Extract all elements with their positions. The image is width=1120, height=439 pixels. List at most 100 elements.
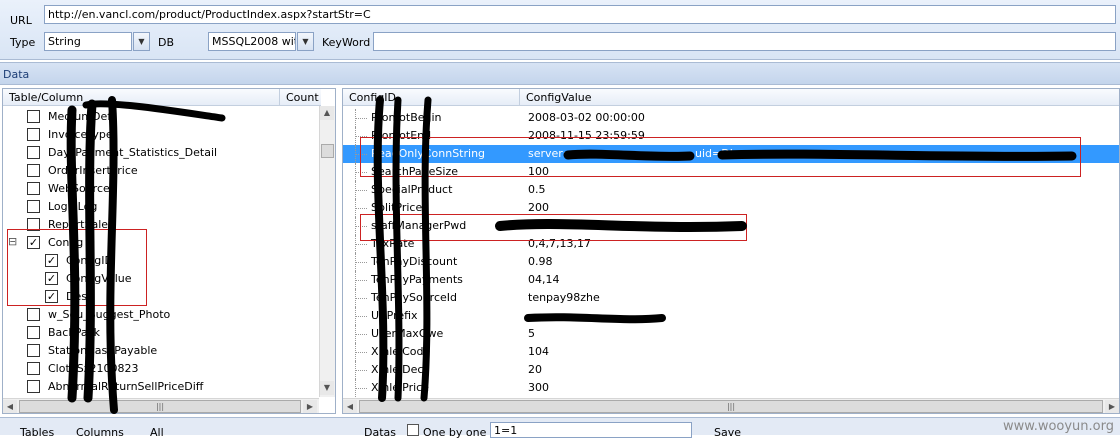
- condition-input[interactable]: 1=1: [490, 422, 692, 438]
- scroll-up-arrow-icon[interactable]: ▲: [320, 106, 334, 120]
- tree-item-label: InvoiceType: [48, 128, 113, 141]
- header-config-id[interactable]: ConfigID: [343, 89, 519, 106]
- tree-table-item[interactable]: ClothSz2100823: [3, 360, 319, 378]
- one-by-one-label: One by one: [423, 426, 487, 439]
- scroll-left-arrow-icon[interactable]: ◀: [343, 400, 357, 413]
- tables-button[interactable]: Tables: [20, 426, 54, 439]
- grid-row[interactable]: TenPayPayments 04,14: [343, 271, 1119, 289]
- scroll-right-arrow-icon[interactable]: ▶: [1105, 400, 1119, 413]
- tree-line: [355, 334, 367, 335]
- scroll-left-arrow-icon[interactable]: ◀: [3, 400, 17, 413]
- config-id-cell: TenPayPayments: [371, 273, 463, 286]
- header-count[interactable]: Count: [280, 89, 321, 106]
- annotation-box-connstring: [360, 137, 1081, 177]
- tree-line: [355, 208, 367, 209]
- db-dropdown-arrow-icon[interactable]: ▼: [297, 32, 314, 51]
- tree-line: [355, 118, 367, 119]
- tree-line: [355, 388, 367, 389]
- tree-item-label: w_Sou_Suggest_Photo: [48, 308, 171, 321]
- keyword-input[interactable]: [373, 32, 1116, 51]
- tree-checkbox[interactable]: [27, 182, 40, 195]
- tree-item-label: MediumDef: [48, 110, 112, 123]
- grid-row[interactable]: SpecialProduct 0.5: [343, 181, 1119, 199]
- url-label: URL: [10, 14, 32, 27]
- tree-table-item[interactable]: WebSource: [3, 180, 319, 198]
- grid-row[interactable]: TenPaySourceId tenpay98zhe: [343, 289, 1119, 307]
- grid-row[interactable]: UrlPrefix: [343, 307, 1119, 325]
- tree-checkbox[interactable]: [27, 308, 40, 321]
- config-value-cell: 20: [528, 363, 542, 376]
- tree-item-label: ClothSz2100823: [48, 362, 139, 375]
- tree-checkbox[interactable]: [27, 110, 40, 123]
- tree-line: [355, 244, 367, 245]
- grid-row[interactable]: TenPayDiscount 0.98: [343, 253, 1119, 271]
- tree-checkbox[interactable]: [27, 200, 40, 213]
- config-id-cell: XmleiDec: [371, 363, 424, 376]
- grid-row[interactable]: XmleiPrice 300: [343, 379, 1119, 397]
- tree-horizontal-scrollbar[interactable]: ◀ ||| ▶: [3, 398, 319, 413]
- tree-item-label: WebSource: [48, 182, 110, 195]
- columns-button[interactable]: Columns: [76, 426, 124, 439]
- url-input[interactable]: http://en.vancl.com/product/ProductIndex…: [44, 5, 1116, 24]
- header-config-value[interactable]: ConfigValue: [520, 89, 1119, 106]
- tree-checkbox[interactable]: [27, 128, 40, 141]
- data-section-label: Data: [3, 68, 30, 81]
- tree-table-item[interactable]: InvoiceType: [3, 126, 319, 144]
- keyword-label: KeyWord: [322, 36, 371, 49]
- type-select[interactable]: String: [44, 32, 132, 51]
- tree-table-item[interactable]: w_Sou_Suggest_Photo: [3, 306, 319, 324]
- config-value-cell: 300: [528, 381, 549, 394]
- tree-vertical-scrollbar[interactable]: ▲ ▼: [319, 106, 335, 397]
- tree-table-item[interactable]: AbnormalReturnSellPriceDiff: [3, 378, 319, 396]
- grid-row[interactable]: XmleiDec 20: [343, 361, 1119, 379]
- annotation-box-pwd: [360, 214, 747, 241]
- tree-checkbox[interactable]: [27, 380, 40, 393]
- watermark-text: www.wooyun.org: [1002, 419, 1114, 434]
- tree-line: [355, 280, 367, 281]
- type-dropdown-arrow-icon[interactable]: ▼: [133, 32, 150, 51]
- grid-row[interactable]: PromotBegin 2008-03-02 00:00:00: [343, 109, 1119, 127]
- config-id-cell: TenPaySourceId: [371, 291, 457, 304]
- tree-table-item[interactable]: LoginLog: [3, 198, 319, 216]
- vertical-scroll-thumb[interactable]: [321, 144, 334, 158]
- tree-item-label: AbnormalReturnSellPriceDiff: [48, 380, 204, 393]
- tree-item-label: LoginLog: [48, 200, 98, 213]
- type-label: Type: [10, 36, 36, 49]
- config-value-cell: tenpay98zhe: [528, 291, 600, 304]
- tree-checkbox[interactable]: [27, 326, 40, 339]
- tree-table-item[interactable]: BackPack: [3, 324, 319, 342]
- tree-table-item[interactable]: MediumDef: [3, 108, 319, 126]
- tree-line: [355, 316, 367, 317]
- annotation-box-config-tree: [7, 229, 147, 306]
- tree-table-item[interactable]: OrderInsertPrice: [3, 162, 319, 180]
- config-value-cell: 0.5: [528, 183, 546, 196]
- tree-checkbox[interactable]: [27, 164, 40, 177]
- grid-row[interactable]: XmleiCode 104: [343, 343, 1119, 361]
- one-by-one-checkbox[interactable]: [407, 424, 419, 436]
- tree-item-label: BackPack: [48, 326, 101, 339]
- tree-table-item[interactable]: Day_Payment_Statistics_Detail: [3, 144, 319, 162]
- config-value-cell: 104: [528, 345, 549, 358]
- config-id-cell: XmleiPrice: [371, 381, 429, 394]
- tree-checkbox[interactable]: [27, 362, 40, 375]
- save-button[interactable]: Save: [714, 426, 741, 439]
- tree-line: [355, 370, 367, 371]
- db-label: DB: [158, 36, 175, 49]
- all-button[interactable]: All: [150, 426, 164, 439]
- tree-item-label: OrderInsertPrice: [48, 164, 138, 177]
- tree-table-item[interactable]: StationCashPayable: [3, 342, 319, 360]
- db-select[interactable]: MSSQL2008 with l: [208, 32, 296, 51]
- horizontal-scroll-thumb[interactable]: |||: [19, 400, 301, 413]
- config-id-cell: SplitPrice: [371, 201, 423, 214]
- grid-horizontal-scrollbar[interactable]: ◀ ||| ▶: [343, 398, 1119, 413]
- scroll-right-arrow-icon[interactable]: ▶: [303, 400, 317, 413]
- tree-checkbox[interactable]: [27, 146, 40, 159]
- tree-line: [355, 262, 367, 263]
- grid-row[interactable]: UserMaxOwe 5: [343, 325, 1119, 343]
- header-table-column[interactable]: Table/Column: [3, 89, 279, 106]
- horizontal-scroll-thumb[interactable]: |||: [359, 400, 1103, 413]
- tree-line: [355, 298, 367, 299]
- tree-checkbox[interactable]: [27, 344, 40, 357]
- datas-button[interactable]: Datas: [364, 426, 396, 439]
- scroll-down-arrow-icon[interactable]: ▼: [320, 381, 334, 395]
